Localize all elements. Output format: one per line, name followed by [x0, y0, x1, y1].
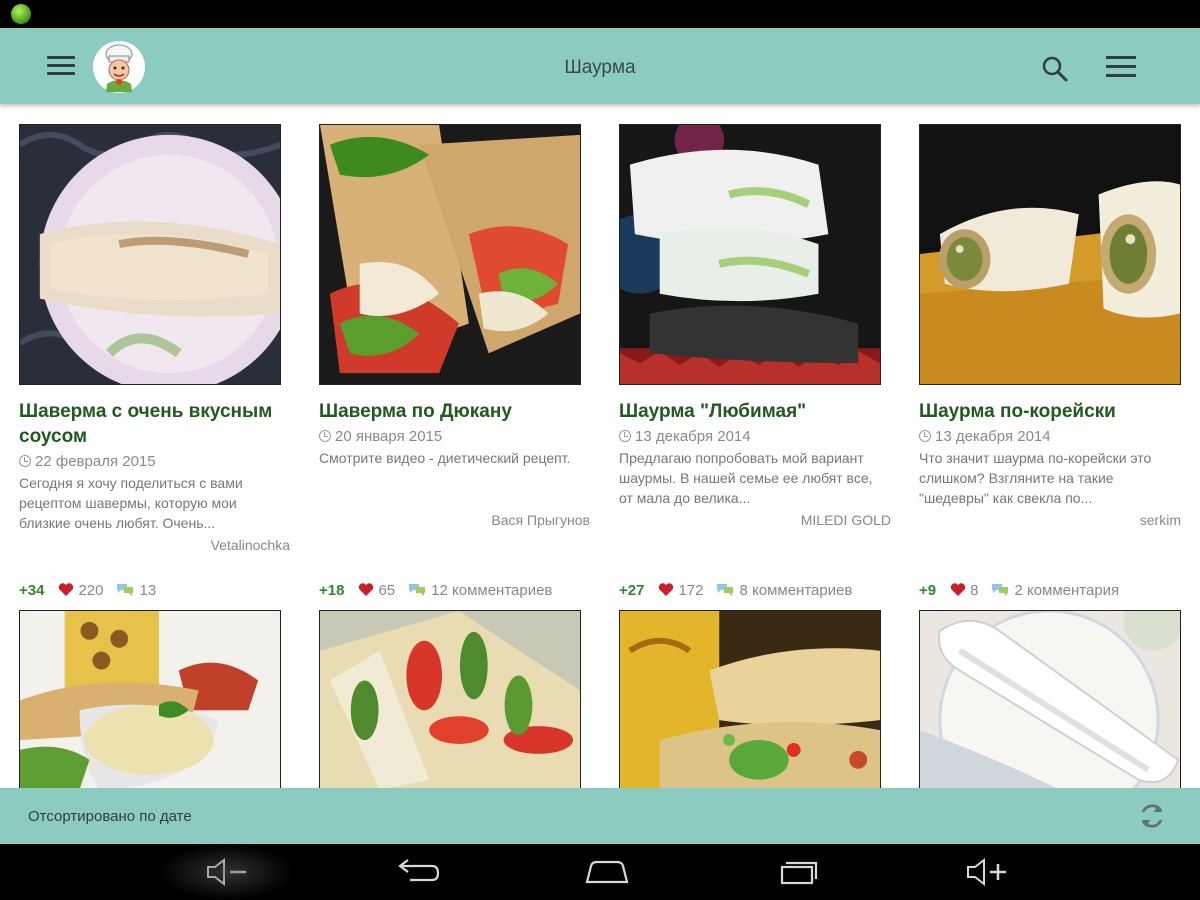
search-icon[interactable]: [1038, 52, 1072, 86]
volume-up-icon[interactable]: [958, 852, 1018, 892]
recipe-image[interactable]: [619, 124, 881, 385]
heart-icon[interactable]: [358, 582, 374, 597]
comments-count: 8 комментариев: [739, 582, 853, 599]
recipe-date-text: 13 декабря 2014: [935, 428, 1051, 445]
recipe-date: 13 декабря 2014: [619, 427, 889, 447]
recipe-stats: +9 8 2 комментария: [919, 582, 1200, 602]
heart-icon[interactable]: [658, 582, 674, 597]
recipe-image[interactable]: [919, 610, 1181, 788]
overflow-menu-icon[interactable]: [1102, 53, 1138, 81]
recipe-description: Смотрите видео - диетический рецепт.: [319, 450, 571, 466]
score-badge: +18: [319, 582, 345, 599]
refresh-icon[interactable]: [1136, 800, 1168, 832]
chef-logo-icon[interactable]: [92, 40, 146, 94]
likes-count: 172: [678, 582, 704, 599]
comments-count: 12 комментариев: [431, 582, 553, 599]
recipe-image[interactable]: [319, 124, 581, 385]
recipe-date: 13 декабря 2014: [919, 427, 1189, 447]
recipe-title[interactable]: Шаурма "Любимая": [619, 399, 899, 424]
recipe-author[interactable]: Вася Прыгунов: [310, 511, 590, 529]
comment-icon[interactable]: [407, 582, 427, 597]
comment-icon[interactable]: [990, 582, 1010, 597]
page-title: Шаурма: [564, 57, 636, 78]
comment-icon[interactable]: [715, 582, 735, 597]
likes-count: 8: [970, 582, 979, 599]
status-bar: [0, 0, 1200, 28]
recipe-date: 22 февраля 2015: [19, 452, 289, 472]
recipe-author[interactable]: MILEDI GOLD: [611, 511, 891, 529]
likes-count: 65: [378, 582, 396, 599]
home-icon[interactable]: [577, 852, 637, 892]
recipe-image[interactable]: [919, 124, 1181, 385]
app-bar: Шаурма: [0, 28, 1200, 104]
recipe-title[interactable]: Шаверма с очень вкусным соусом: [19, 399, 299, 449]
score-badge: +34: [19, 582, 45, 599]
score-badge: +27: [619, 582, 645, 599]
hamburger-icon[interactable]: [44, 53, 78, 79]
recipe-description: Сегодня я хочу поделиться с вами рецепто…: [19, 475, 243, 531]
recipe-date: 20 января 2015: [319, 427, 589, 447]
recipe-image[interactable]: [619, 610, 881, 788]
comments-count: 13: [139, 582, 157, 599]
recipe-date-text: 22 февраля 2015: [35, 453, 156, 470]
recipe-title[interactable]: Шаверма по Дюкану: [319, 399, 599, 424]
back-icon[interactable]: [388, 852, 448, 892]
system-nav-bar: [0, 844, 1200, 900]
recipe-stats: +34 220 13: [19, 582, 309, 602]
recipe-grid: Шаверма с очень вкусным соусом 22 феврал…: [0, 104, 1200, 788]
recipe-image[interactable]: [19, 124, 281, 385]
app-notification-icon: [11, 4, 31, 24]
clock-icon: [619, 430, 631, 442]
recipe-author[interactable]: serkim: [901, 511, 1181, 529]
recipe-stats: +18 65 12 комментариев: [319, 582, 609, 602]
recipe-image[interactable]: [319, 610, 581, 788]
likes-count: 220: [78, 582, 104, 599]
sort-bar: Отсортировано по дате: [0, 788, 1200, 844]
recipe-author[interactable]: Vetalinochka: [10, 536, 290, 554]
recipe-description: Предлагаю попробовать мой вариант шаурмы…: [619, 450, 873, 506]
sort-label[interactable]: Отсортировано по дате: [28, 788, 192, 846]
heart-icon[interactable]: [58, 582, 74, 597]
recent-apps-icon[interactable]: [768, 852, 828, 892]
volume-down-icon[interactable]: [198, 852, 258, 892]
comment-icon[interactable]: [115, 582, 135, 597]
recipe-title[interactable]: Шаурма по-корейски: [919, 399, 1199, 424]
comments-count: 2 комментария: [1014, 582, 1120, 599]
recipe-stats: +27 172 8 комментариев: [619, 582, 909, 602]
clock-icon: [319, 430, 331, 442]
score-badge: +9: [919, 582, 937, 599]
clock-icon: [19, 455, 31, 467]
recipe-image[interactable]: [19, 610, 281, 788]
heart-icon[interactable]: [950, 582, 966, 597]
recipe-date-text: 13 декабря 2014: [635, 428, 751, 445]
recipe-description: Что значит шаурма по-корейски это слишко…: [919, 450, 1152, 506]
clock-icon: [919, 430, 931, 442]
recipe-date-text: 20 января 2015: [335, 428, 443, 445]
